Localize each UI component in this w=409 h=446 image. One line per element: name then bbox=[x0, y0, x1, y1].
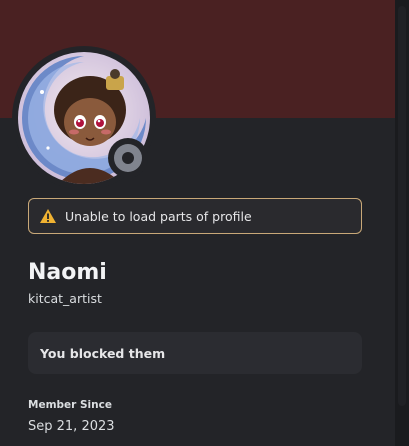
member-since-label: Member Since bbox=[28, 399, 112, 411]
profile-load-warning: Unable to load parts of profile bbox=[28, 198, 362, 234]
blocked-notice-text: You blocked them bbox=[40, 345, 166, 361]
member-since-date: Sep 21, 2023 bbox=[28, 419, 115, 434]
blocked-notice: You blocked them bbox=[28, 332, 362, 374]
warning-text: Unable to load parts of profile bbox=[65, 208, 252, 224]
status-indicator-hole bbox=[122, 152, 134, 164]
warning-triangle-icon bbox=[40, 209, 56, 223]
display-name: Naomi bbox=[28, 260, 107, 285]
scrollbar-thumb[interactable] bbox=[398, 6, 406, 406]
scrollbar-track[interactable] bbox=[395, 0, 409, 446]
profile-popout: Unable to load parts of profile Naomi ki… bbox=[0, 0, 395, 446]
username[interactable]: kitcat_artist bbox=[28, 291, 102, 306]
